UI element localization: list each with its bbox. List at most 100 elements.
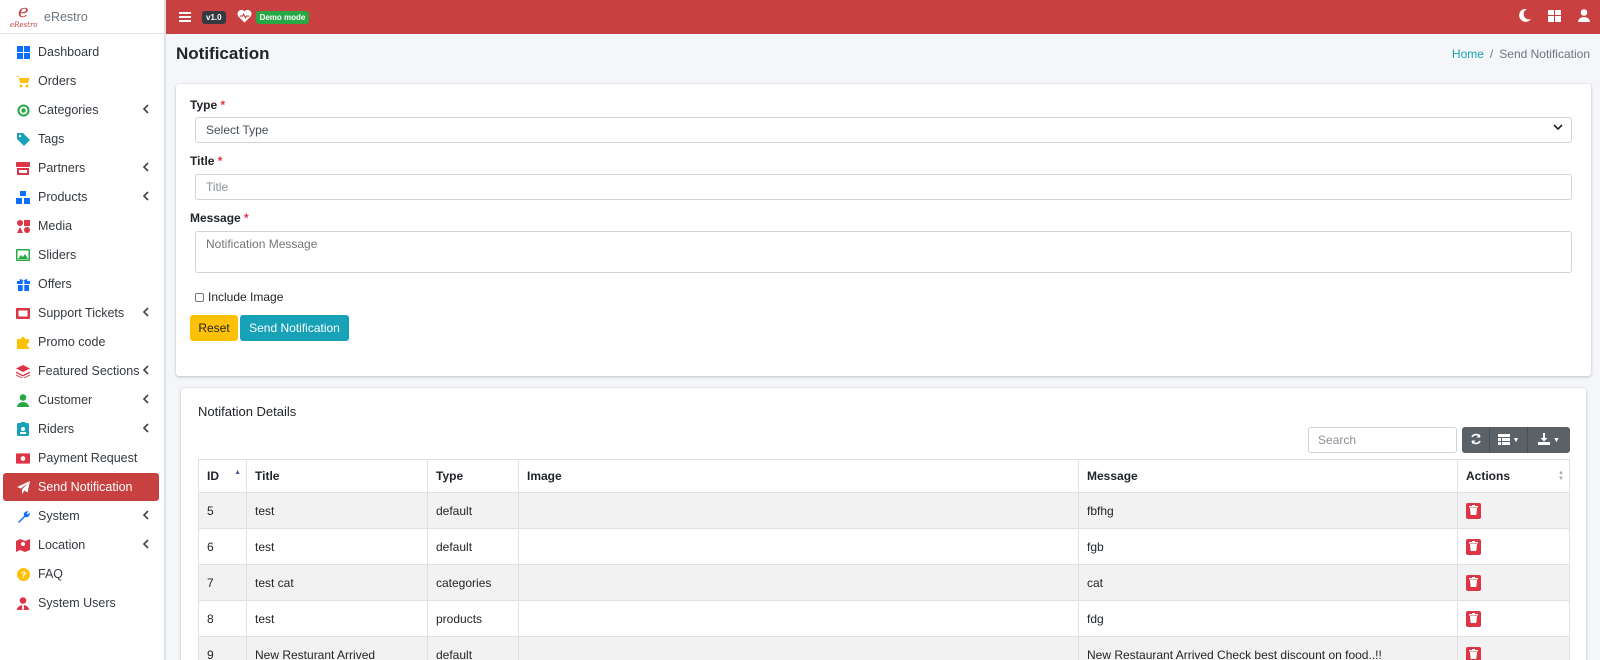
checkbox-box[interactable] bbox=[195, 292, 204, 302]
paper-plane-icon bbox=[16, 480, 30, 494]
sidebar-item-label: Riders bbox=[38, 422, 75, 436]
cell-id: 5 bbox=[198, 492, 247, 529]
breadcrumb-home-link[interactable]: Home bbox=[1452, 47, 1484, 61]
sidebar-item-location[interactable]: Location bbox=[3, 531, 159, 559]
cell-actions bbox=[1457, 528, 1570, 565]
user-icon bbox=[16, 393, 30, 407]
sidebar-item-payment-request[interactable]: Payment Request bbox=[3, 444, 159, 472]
table-row: 9 New Resturant Arrived default New Restaur… bbox=[198, 636, 1570, 660]
cell-message: fdg bbox=[1078, 600, 1458, 637]
notification-details-card: Notifation Details Search ▼ ▼ ID ▲ Title … bbox=[181, 388, 1586, 660]
sidebar-item-label: Send Notification bbox=[38, 480, 133, 494]
breadcrumb-current: Send Notification bbox=[1499, 47, 1590, 61]
send-notification-button[interactable]: Send Notification bbox=[240, 315, 349, 341]
layers-icon bbox=[16, 364, 30, 378]
sidebar-item-tags[interactable]: Tags bbox=[3, 125, 159, 153]
map-icon bbox=[16, 538, 30, 552]
sidebar-item-label: Partners bbox=[38, 161, 86, 175]
page-title: Notification bbox=[176, 44, 270, 63]
export-button[interactable]: ▼ bbox=[1528, 427, 1570, 453]
chevron-left-icon bbox=[142, 306, 149, 320]
delete-button[interactable] bbox=[1466, 574, 1481, 591]
delete-button[interactable] bbox=[1466, 538, 1481, 555]
trash-icon bbox=[1469, 648, 1478, 660]
erestro-logo: e eRestro bbox=[10, 0, 38, 29]
sidebar-item-dashboard[interactable]: Dashboard bbox=[3, 38, 159, 66]
sidebar-item-categories[interactable]: Categories bbox=[3, 96, 159, 124]
title-input[interactable]: Title bbox=[195, 174, 1572, 200]
tag-icon bbox=[16, 132, 30, 146]
sidebar-item-label: Dashboard bbox=[38, 45, 100, 59]
sidebar-item-system-users[interactable]: System Users bbox=[3, 589, 159, 617]
chevron-left-icon bbox=[142, 364, 149, 378]
cubes-icon bbox=[16, 190, 30, 204]
sidebar-nav: Dashboard Orders Categories Tags Partners Pro… bbox=[0, 34, 164, 617]
sidebar-item-featured-sections[interactable]: Featured Sections bbox=[3, 357, 159, 385]
cell-message: fbfhg bbox=[1078, 492, 1458, 529]
sidebar-item-customer[interactable]: Customer bbox=[3, 386, 159, 414]
column-header-image: Image bbox=[518, 459, 1079, 493]
message-label: Message * bbox=[190, 211, 249, 225]
include-image-checkbox[interactable]: Include Image bbox=[195, 290, 283, 304]
sidebar-item-system[interactable]: System bbox=[3, 502, 159, 530]
sidebar-item-label: Orders bbox=[38, 74, 77, 88]
cart-icon bbox=[16, 74, 30, 88]
sidebar-item-send-notification[interactable]: Send Notification bbox=[3, 473, 159, 501]
sidebar-item-label: Categories bbox=[38, 103, 99, 117]
notifications-table: ID ▲ Title Type Image Message Actions ▲ ▼ 5… bbox=[198, 459, 1570, 660]
user-tie-icon bbox=[16, 596, 30, 610]
puzzle-icon bbox=[16, 335, 30, 349]
sidebar-item-products[interactable]: Products bbox=[3, 183, 159, 211]
delete-button[interactable] bbox=[1466, 610, 1481, 627]
search-input[interactable]: Search bbox=[1308, 427, 1457, 453]
menu-toggle-icon[interactable] bbox=[179, 10, 191, 24]
cell-type: default bbox=[427, 492, 519, 529]
version-badge: v1.0 bbox=[202, 10, 226, 24]
dark-mode-moon-icon[interactable] bbox=[1519, 8, 1531, 25]
reset-button[interactable]: Reset bbox=[190, 315, 238, 341]
cell-actions bbox=[1457, 600, 1570, 637]
sidebar-item-label: Offers bbox=[38, 277, 72, 291]
delete-button[interactable] bbox=[1466, 646, 1481, 660]
sidebar-item-riders[interactable]: Riders bbox=[3, 415, 159, 443]
question-icon: ? bbox=[16, 567, 30, 581]
brand-name: eRestro bbox=[44, 9, 88, 24]
column-header-actions[interactable]: Actions ▲ ▼ bbox=[1457, 459, 1570, 493]
sidebar-item-media[interactable]: Media bbox=[3, 212, 159, 240]
columns-toggle-button[interactable]: ▼ bbox=[1490, 427, 1528, 453]
refresh-button[interactable] bbox=[1462, 427, 1490, 453]
table-row: 5 test default fbfhg bbox=[198, 492, 1570, 529]
image-icon bbox=[16, 248, 30, 262]
cell-actions bbox=[1457, 564, 1570, 601]
sidebar-item-sliders[interactable]: Sliders bbox=[3, 241, 159, 269]
sidebar-item-label: Promo code bbox=[38, 335, 106, 349]
sidebar-item-faq[interactable]: ? FAQ bbox=[3, 560, 159, 588]
cell-title: test cat bbox=[246, 564, 428, 601]
cell-id: 6 bbox=[198, 528, 247, 565]
store-icon bbox=[16, 161, 30, 175]
breadcrumb: Home / Send Notification bbox=[1451, 47, 1590, 61]
type-select[interactable]: Select Type bbox=[195, 117, 1572, 143]
cell-image bbox=[518, 528, 1079, 565]
table-row: 8 test products fdg bbox=[198, 600, 1570, 637]
sidebar-item-label: Location bbox=[38, 538, 86, 552]
sidebar-item-support-tickets[interactable]: Support Tickets bbox=[3, 299, 159, 327]
cell-type: categories bbox=[427, 564, 519, 601]
message-textarea[interactable] bbox=[195, 231, 1572, 273]
top-navbar: v1.0 Demo mode bbox=[166, 0, 1600, 34]
brand-link[interactable]: e eRestro eRestro bbox=[0, 0, 164, 34]
cell-image bbox=[518, 492, 1079, 529]
cell-message: fgb bbox=[1078, 528, 1458, 565]
refresh-icon bbox=[1470, 433, 1482, 448]
sidebar-item-offers[interactable]: Offers bbox=[3, 270, 159, 298]
sidebar-item-orders[interactable]: Orders bbox=[3, 67, 159, 95]
apps-grid-icon[interactable] bbox=[1548, 9, 1561, 25]
sidebar-item-partners[interactable]: Partners bbox=[3, 154, 159, 182]
sidebar-item-label: Tags bbox=[38, 132, 65, 146]
column-header-id[interactable]: ID ▲ bbox=[198, 459, 247, 493]
sidebar-item-promo-code[interactable]: Promo code bbox=[3, 328, 159, 356]
user-profile-icon[interactable] bbox=[1578, 9, 1590, 25]
cell-type: default bbox=[427, 528, 519, 565]
cell-id: 8 bbox=[198, 600, 247, 637]
delete-button[interactable] bbox=[1466, 502, 1481, 519]
